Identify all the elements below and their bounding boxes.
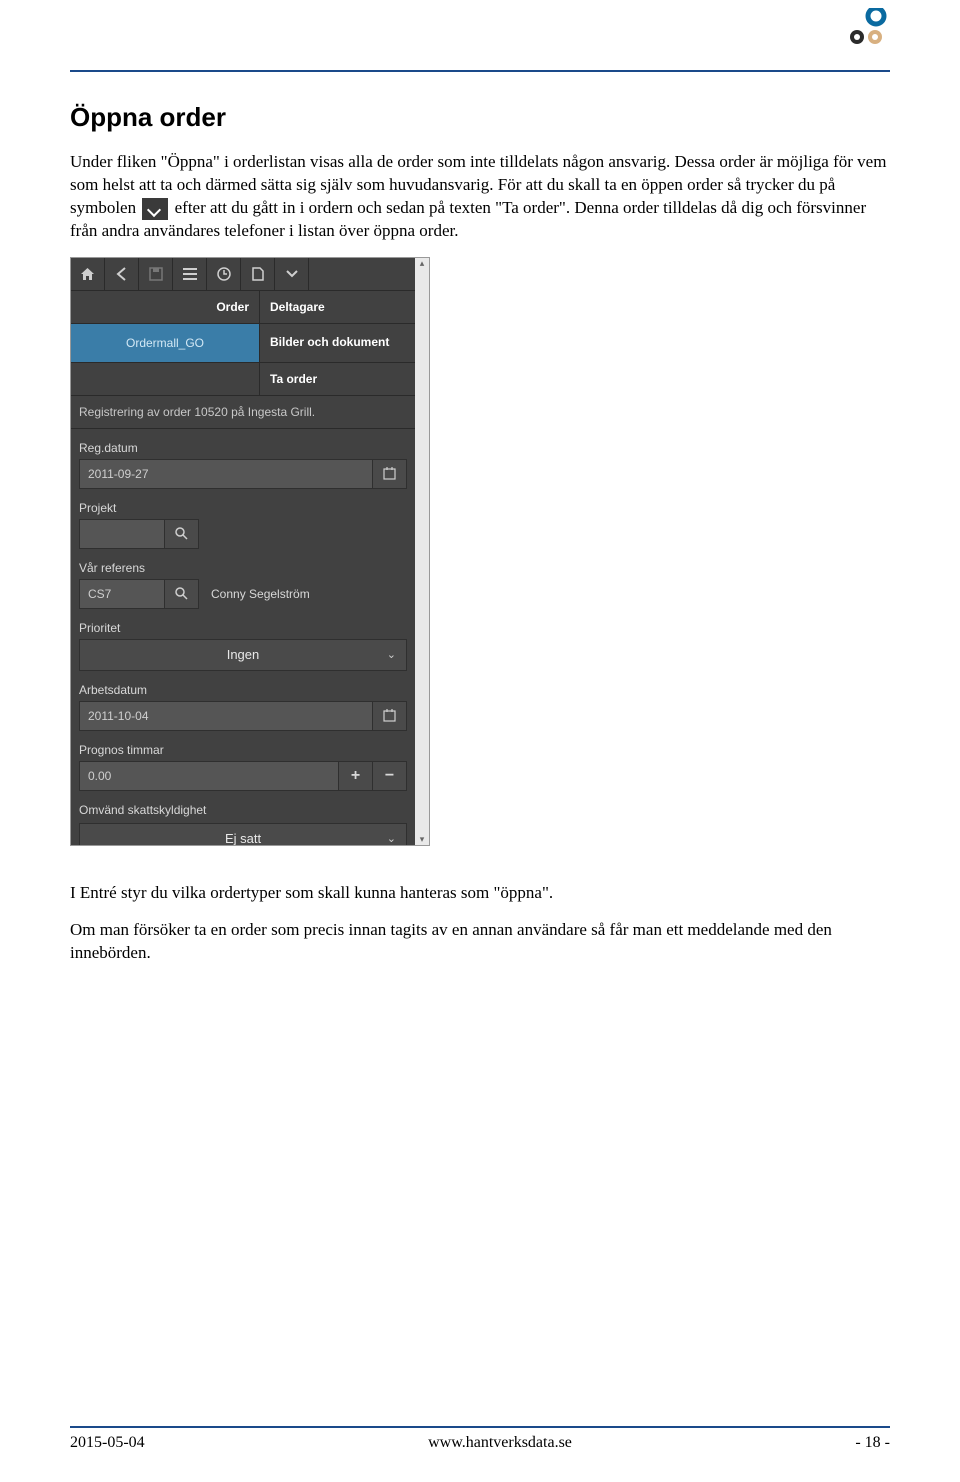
search-icon[interactable] [165, 519, 199, 549]
select-prio[interactable]: Ingen ⌄ [79, 639, 407, 671]
chevron-down-icon: ⌄ [387, 648, 396, 661]
menu-item-ta-order[interactable]: Ta order [259, 363, 415, 395]
input-prog[interactable]: 0.00 [79, 761, 339, 791]
status-line: Registrering av order 10520 på Ingesta G… [71, 396, 415, 429]
label-ref: Vår referens [79, 555, 407, 579]
page-heading: Öppna order [70, 102, 890, 133]
dropdown-icon[interactable] [275, 258, 309, 290]
document-icon[interactable] [241, 258, 275, 290]
footer-date: 2015-05-04 [70, 1434, 145, 1452]
order-label: Order [71, 291, 259, 323]
app-screenshot: Order Deltagare Ordermall_GO Bilder och … [70, 257, 430, 846]
scrollbar[interactable] [415, 258, 429, 845]
tab-ordermall[interactable]: Ordermall_GO [71, 324, 259, 362]
brand-logo [844, 8, 890, 48]
label-regdatum: Reg.datum [79, 435, 407, 459]
home-icon[interactable] [71, 258, 105, 290]
ref-name: Conny Segelström [199, 579, 407, 609]
paragraph-2: I Entré styr du vilka ordertyper som ska… [70, 882, 890, 905]
save-icon[interactable] [139, 258, 173, 290]
search-icon-ref[interactable] [165, 579, 199, 609]
input-projekt[interactable] [79, 519, 165, 549]
chevron-down-icon [142, 198, 168, 220]
clock-icon[interactable] [207, 258, 241, 290]
intro-text-b: efter att du gått in i ordern och sedan … [70, 198, 866, 240]
label-omv: Omvänd skattskyldighet [79, 797, 407, 821]
input-ref-code[interactable]: CS7 [79, 579, 165, 609]
app-toolbar [71, 258, 415, 291]
select-omv-value: Ej satt [225, 831, 261, 845]
calendar-icon[interactable] [373, 459, 407, 489]
label-prog: Prognos timmar [79, 737, 407, 761]
input-regdatum[interactable]: 2011-09-27 [79, 459, 373, 489]
label-prio: Prioritet [79, 615, 407, 639]
footer-rule [70, 1426, 890, 1428]
select-prio-value: Ingen [227, 647, 260, 662]
minus-icon[interactable]: − [373, 761, 407, 791]
label-arbdat: Arbetsdatum [79, 677, 407, 701]
menu-icon[interactable] [173, 258, 207, 290]
footer-page: - 18 - [855, 1434, 890, 1452]
top-rule [70, 70, 890, 72]
select-omv[interactable]: Ej satt ⌄ [79, 823, 407, 845]
menu-item-bilder[interactable]: Bilder och dokument [259, 324, 415, 362]
footer-url: www.hantverksdata.se [428, 1434, 572, 1452]
page-footer: 2015-05-04 www.hantverksdata.se - 18 - [70, 1426, 890, 1452]
plus-icon[interactable]: + [339, 761, 373, 791]
menu-item-deltagare[interactable]: Deltagare [259, 291, 415, 323]
back-icon[interactable] [105, 258, 139, 290]
paragraph-3: Om man försöker ta en order som precis i… [70, 919, 890, 965]
input-arbdat[interactable]: 2011-10-04 [79, 701, 373, 731]
intro-paragraph: Under fliken "Öppna" i orderlistan visas… [70, 151, 890, 243]
label-projekt: Projekt [79, 495, 407, 519]
calendar-icon-arb[interactable] [373, 701, 407, 731]
chevron-down-icon: ⌄ [387, 832, 396, 845]
